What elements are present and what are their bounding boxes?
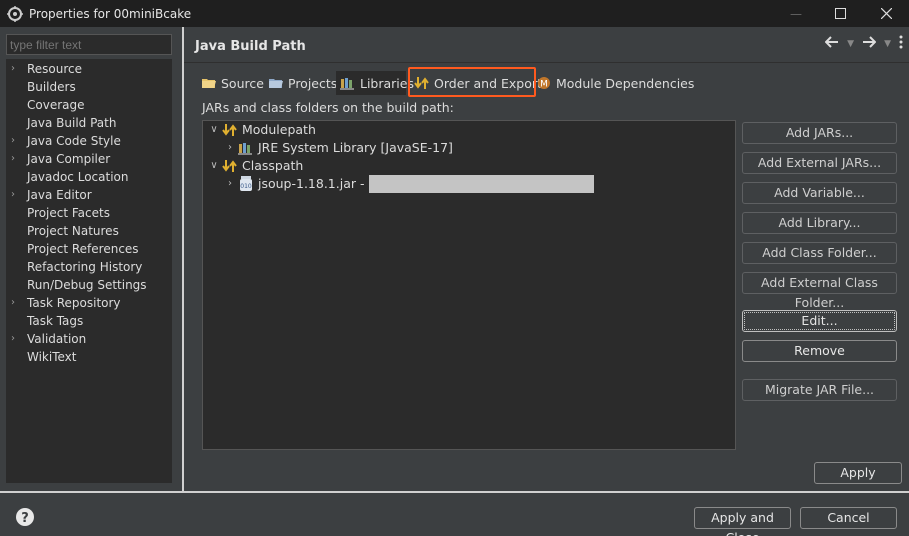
left-panel: › Resource Builders Coverage Java Build Path…	[0, 27, 182, 491]
order-export-icon	[414, 75, 430, 91]
sidebar-item-label: Java Code Style	[27, 134, 121, 148]
chevron-down-icon[interactable]: ∨	[208, 157, 220, 175]
filter-input[interactable]	[6, 34, 172, 55]
svg-text:?: ?	[21, 511, 29, 526]
source-folder-icon	[201, 75, 217, 91]
sidebar-item-label: Javadoc Location	[27, 170, 129, 184]
window-title: Properties for 00miniBcake	[29, 6, 192, 21]
back-icon[interactable]	[824, 36, 839, 52]
chevron-right-icon[interactable]: ›	[224, 175, 236, 193]
sidebar-item-label: Java Build Path	[27, 116, 117, 130]
header-divider	[184, 62, 909, 63]
sidebar-item-label: Project References	[27, 242, 139, 256]
chevron-right-icon[interactable]: ›	[11, 150, 21, 168]
add-external-class-folder-button[interactable]: Add External Class Folder...	[742, 272, 897, 310]
nav-icons: ▼ ▼	[824, 35, 903, 53]
chevron-right-icon[interactable]: ›	[11, 330, 21, 348]
sidebar-item-label: Task Repository	[27, 296, 121, 310]
tree-row-modulepath[interactable]: ∨ Modulepath	[208, 121, 316, 139]
sidebar-item-label: Refactoring History	[27, 260, 143, 274]
edit-button[interactable]: Edit...	[742, 310, 897, 332]
add-variable-button[interactable]: Add Variable...	[742, 182, 897, 204]
sidebar-item-label: Project Natures	[27, 224, 119, 238]
sidebar-item-label: Java Editor	[27, 188, 92, 202]
forward-menu-chevron-icon[interactable]: ▼	[884, 39, 891, 49]
build-path-tree[interactable]: ∨ Modulepath › JRE System Library [JavaS…	[202, 120, 736, 450]
maximize-icon[interactable]	[817, 0, 863, 27]
page-title: Java Build Path	[195, 39, 306, 54]
svg-text:M: M	[540, 80, 548, 90]
chevron-right-icon[interactable]: ›	[11, 60, 21, 78]
redacted-path	[368, 175, 594, 193]
module-dependencies-icon: M	[536, 75, 552, 91]
help-icon[interactable]: ?	[15, 507, 35, 527]
libraries-icon	[340, 75, 356, 91]
tab-order-and-export[interactable]: Order and Export	[414, 71, 542, 95]
modulepath-icon	[222, 122, 238, 138]
sidebar-item-label: Task Tags	[27, 314, 84, 328]
chevron-right-icon[interactable]: ›	[224, 139, 236, 157]
classpath-icon	[222, 158, 238, 174]
sidebar-item-label: Run/Debug Settings	[27, 278, 147, 292]
add-external-jars-button[interactable]: Add External JARs...	[742, 152, 897, 174]
tab-libraries[interactable]: Libraries	[336, 71, 414, 95]
tree-row-classpath[interactable]: ∨ Classpath	[208, 157, 303, 175]
chevron-down-icon[interactable]: ∨	[208, 121, 220, 139]
add-library-button[interactable]: Add Library...	[742, 212, 897, 234]
apply-and-close-button[interactable]: Apply and Close	[694, 507, 791, 536]
properties-tree: › Resource Builders Coverage Java Build Path…	[6, 59, 172, 483]
sidebar-item-label: Builders	[27, 80, 76, 94]
sidebar-item-label: WikiText	[27, 350, 77, 364]
cancel-button[interactable]: Cancel	[800, 507, 897, 529]
sidebar-item-label: Validation	[27, 332, 87, 346]
remove-button[interactable]: Remove	[742, 340, 897, 362]
tree-row-jsoup-jar[interactable]: › 010 jsoup-1.18.1.jar -	[224, 175, 594, 193]
tab-projects[interactable]: Projects	[268, 71, 337, 95]
chevron-right-icon[interactable]: ›	[11, 294, 21, 312]
jar-file-icon: 010	[238, 176, 254, 192]
migrate-jar-button[interactable]: Migrate JAR File...	[742, 379, 897, 401]
add-jars-button[interactable]: Add JARs...	[742, 122, 897, 144]
tab-module-dependencies[interactable]: M Module Dependencies	[536, 71, 694, 95]
svg-text:010: 010	[240, 183, 252, 190]
add-class-folder-button[interactable]: Add Class Folder...	[742, 242, 897, 264]
sidebar-item-label: Coverage	[27, 98, 85, 112]
more-options-icon[interactable]	[899, 35, 903, 53]
title-bar: Properties for 00miniBcake —	[0, 0, 909, 27]
section-label: JARs and class folders on the build path…	[202, 100, 454, 115]
eclipse-app-icon	[7, 5, 23, 22]
apply-button[interactable]: Apply	[814, 462, 902, 484]
chevron-right-icon[interactable]: ›	[11, 186, 21, 204]
close-icon[interactable]	[863, 0, 909, 27]
sidebar-item-label: Project Facets	[27, 206, 110, 220]
sidebar-item-label: Java Compiler	[27, 152, 111, 166]
chevron-right-icon[interactable]: ›	[11, 132, 21, 150]
sidebar-item-label: Resource	[27, 62, 83, 76]
minimize-icon[interactable]: —	[773, 0, 819, 27]
tab-source[interactable]: Source	[201, 71, 264, 95]
projects-icon	[268, 75, 284, 91]
forward-icon[interactable]	[862, 36, 877, 52]
jre-library-icon	[238, 140, 254, 156]
back-menu-chevron-icon[interactable]: ▼	[847, 39, 854, 49]
tree-row-jre[interactable]: › JRE System Library [JavaSE-17]	[224, 139, 453, 157]
